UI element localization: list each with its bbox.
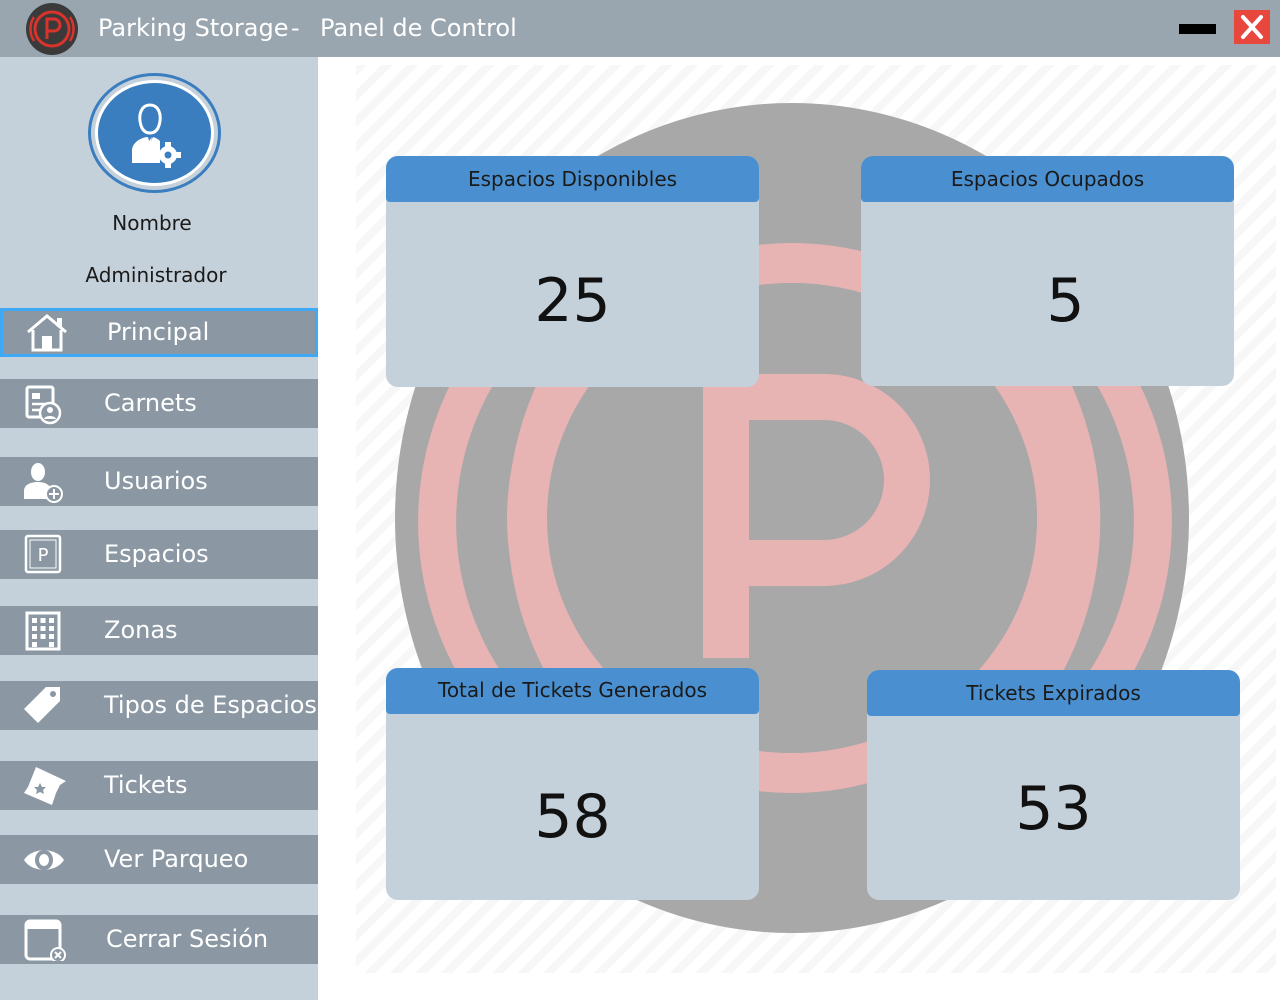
sidebar-item-label: Zonas [104, 616, 178, 644]
user-name: Nombre [112, 211, 192, 235]
app-title: Parking Storage [98, 14, 289, 42]
section-title: Panel de Control [320, 14, 517, 42]
minimize-icon [1179, 24, 1216, 34]
card-title: Espacios Disponibles [386, 156, 759, 202]
add-user-icon [22, 461, 66, 503]
dashboard-main: Espacios Disponibles 25 Espacios Ocupado… [318, 57, 1280, 1000]
card-value: 58 [534, 782, 611, 852]
sidebar-item-usuarios[interactable]: Usuarios [0, 457, 318, 506]
card-value: 53 [1015, 774, 1092, 844]
logout-window-icon [22, 919, 66, 961]
sidebar-item-label: Cerrar Sesión [106, 925, 269, 953]
card-total-tickets-generados: Total de Tickets Generados 58 [386, 668, 759, 900]
parking-logo-icon [26, 3, 78, 55]
card-title: Tickets Expirados [867, 670, 1240, 716]
card-title: Espacios Ocupados [861, 156, 1234, 202]
title-separator: - [291, 14, 300, 42]
sidebar-item-ver-parqueo[interactable]: Ver Parqueo [0, 835, 318, 884]
svg-text:P: P [38, 545, 49, 566]
tag-icon [22, 685, 66, 727]
home-icon [25, 312, 69, 354]
sidebar-item-tickets[interactable]: Tickets [0, 761, 318, 810]
minimize-button[interactable] [1176, 18, 1220, 40]
card-tickets-expirados: Tickets Expirados 53 [867, 670, 1240, 900]
sidebar-item-label: Ver Parqueo [104, 845, 249, 873]
card-espacios-ocupados: Espacios Ocupados 5 [861, 156, 1234, 386]
close-icon [1241, 15, 1263, 39]
close-button[interactable] [1234, 10, 1270, 44]
sidebar-item-cerrar-sesion[interactable]: Cerrar Sesión [0, 915, 318, 964]
card-value: 25 [534, 266, 611, 336]
sidebar-item-label: Espacios [104, 540, 209, 568]
admin-user-gear-icon [95, 80, 214, 186]
ticket-icon [22, 765, 66, 807]
sidebar-item-espacios[interactable]: P Espacios [0, 530, 318, 579]
building-icon [22, 610, 66, 652]
parking-sign-icon: P [22, 534, 66, 576]
sidebar: Nombre Administrador Principal Carnets U… [0, 57, 318, 1000]
card-value: 5 [1046, 266, 1085, 336]
sidebar-item-principal[interactable]: Principal [0, 308, 318, 357]
sidebar-item-zonas[interactable]: Zonas [0, 606, 318, 655]
eye-icon [22, 839, 66, 881]
title-bar: Parking Storage - Panel de Control [0, 0, 1280, 57]
sidebar-item-carnets[interactable]: Carnets [0, 379, 318, 428]
card-title: Total de Tickets Generados [386, 668, 759, 714]
id-card-icon [22, 383, 66, 425]
sidebar-item-label: Usuarios [104, 467, 208, 495]
sidebar-item-tipos-de-espacios[interactable]: Tipos de Espacios [0, 681, 318, 730]
sidebar-item-label: Tipos de Espacios [104, 691, 317, 719]
sidebar-item-label: Tickets [104, 771, 188, 799]
sidebar-item-label: Carnets [104, 389, 197, 417]
user-role: Administrador [85, 263, 227, 287]
card-espacios-disponibles: Espacios Disponibles 25 [386, 156, 759, 387]
sidebar-item-label: Principal [107, 318, 210, 346]
